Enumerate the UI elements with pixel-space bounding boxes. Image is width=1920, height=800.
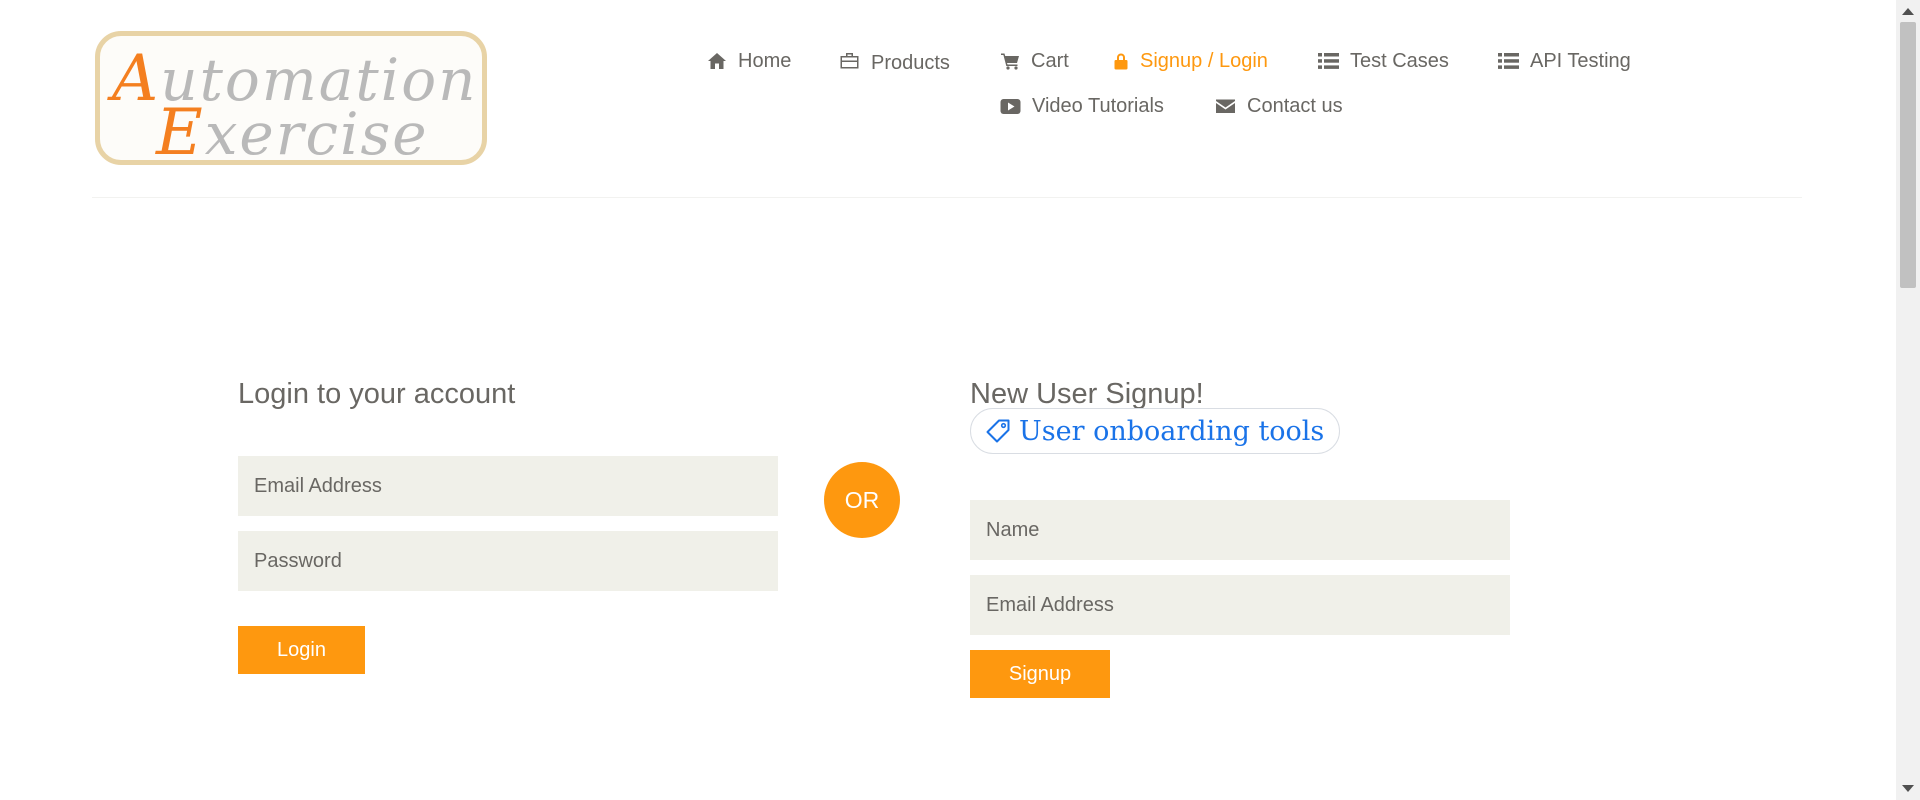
nav-signup-login[interactable]: Signup / Login <box>1113 46 1268 76</box>
user-onboarding-tools-chip[interactable]: User onboarding tools <box>970 408 1341 454</box>
signup-email-input[interactable] <box>970 575 1510 635</box>
login-button[interactable]: Login <box>238 626 365 674</box>
scroll-thumb[interactable] <box>1900 22 1916 288</box>
login-password-input[interactable] <box>238 531 778 591</box>
signup-name-input[interactable] <box>970 500 1510 560</box>
signup-button[interactable]: Signup <box>970 650 1110 698</box>
nav-home[interactable]: Home <box>707 46 791 76</box>
login-email-input[interactable] <box>238 456 778 516</box>
nav-contact-us[interactable]: Contact us <box>1215 91 1343 121</box>
nav-video-tutorials[interactable]: Video Tutorials <box>1000 91 1164 121</box>
nav-api-testing[interactable]: API Testing <box>1498 46 1631 76</box>
nav-products[interactable]: Products <box>839 46 950 76</box>
nav-cart[interactable]: Cart <box>1000 46 1069 76</box>
header-divider <box>92 197 1802 198</box>
briefcase-icon <box>840 53 859 69</box>
youtube-play-icon <box>1000 98 1021 114</box>
login-title: Login to your account <box>238 378 516 410</box>
signup-title: New User Signup! <box>970 378 1204 410</box>
cart-icon <box>1001 53 1019 70</box>
chip-label: User onboarding tools <box>1019 415 1325 447</box>
nav-test-cases[interactable]: Test Cases <box>1318 46 1449 76</box>
lock-icon <box>1114 53 1128 70</box>
tag-icon <box>986 419 1010 443</box>
logo-line-2: Exercise <box>156 96 429 170</box>
page-scrollbar[interactable] <box>1896 0 1920 800</box>
envelope-icon <box>1216 99 1235 113</box>
or-separator: OR <box>824 462 900 538</box>
scroll-up-arrow-icon[interactable] <box>1902 8 1914 15</box>
site-logo[interactable]: Automation Exercise <box>95 31 487 170</box>
home-icon <box>708 53 726 69</box>
list-icon <box>1318 53 1339 69</box>
scroll-down-arrow-icon[interactable] <box>1902 785 1914 792</box>
list-icon <box>1498 53 1519 69</box>
